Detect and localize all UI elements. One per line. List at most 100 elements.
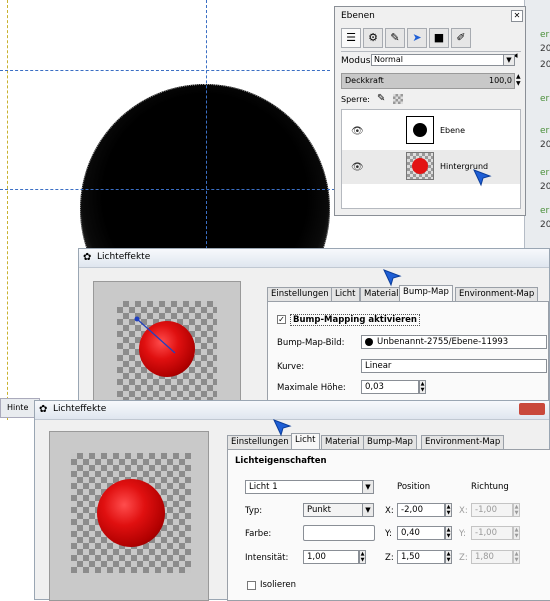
dir-x-input: -1,00	[471, 503, 513, 517]
lock-alpha-icon[interactable]	[393, 94, 403, 104]
dir-z-spinner: ▲ ▼	[513, 550, 520, 564]
pos-z-label: Z:	[385, 553, 394, 563]
bump-map-image-value: Unbenannt-2755/Ebene-11993	[377, 337, 509, 347]
layer-thumbnail	[406, 152, 434, 180]
chevron-down-icon[interactable]: ▼	[503, 54, 515, 66]
section-label: Lichteigenschaften	[235, 456, 327, 466]
pos-y-spinner[interactable]: ▲ ▼	[445, 526, 452, 540]
layer-thumbnail	[406, 116, 434, 144]
dir-y-label: Y:	[459, 529, 466, 539]
tab-bump-map[interactable]: Bump-Map	[399, 285, 453, 301]
type-label: Typ:	[245, 506, 263, 516]
tab-material[interactable]: Material	[321, 435, 364, 449]
panel-title: Ebenen	[341, 11, 375, 21]
thumbnail-content	[412, 158, 428, 174]
tab-einstellungen[interactable]: Einstellungen	[267, 287, 333, 301]
bump-enable-checkbox[interactable]: ✓	[277, 315, 286, 324]
max-height-spinner[interactable]: ▲ ▼	[419, 380, 426, 394]
strip-text: er	[540, 94, 550, 104]
tab-bump-map[interactable]: Bump-Map	[363, 435, 417, 449]
strip-text: 20	[540, 220, 550, 230]
dir-z-label: Z:	[459, 553, 468, 563]
dock-tab-bar: ☰ ⚙ ✎ ➤ ■ ✐ ◂	[341, 25, 521, 61]
dir-z-input: 1,80	[471, 550, 513, 564]
modus-label: Modus:	[341, 56, 374, 66]
strip-text: 20	[540, 140, 550, 150]
dialog-title: Lichteffekte	[97, 252, 151, 262]
strip-text: 20	[540, 44, 550, 54]
isolate-checkbox[interactable]	[247, 581, 256, 590]
channels-icon[interactable]: ⚙	[363, 28, 383, 48]
strip-text: 20	[540, 182, 550, 192]
max-height-input[interactable]: 0,03	[361, 380, 419, 394]
opacity-spinner[interactable]: ▲ ▼	[516, 73, 522, 89]
close-icon[interactable]: ✕	[511, 10, 523, 22]
close-button[interactable]	[519, 403, 545, 415]
color-label: Farbe:	[245, 529, 272, 539]
intensity-label: Intensität:	[245, 553, 289, 563]
position-header: Position	[397, 482, 431, 492]
strip-text: er	[540, 206, 550, 216]
image-dot-icon	[365, 337, 373, 346]
eye-icon[interactable]: 👁	[351, 126, 364, 137]
layer-list: 👁 Ebene 👁 Hintergrund	[341, 109, 521, 209]
light-direction-handle[interactable]	[117, 301, 217, 401]
pos-z-input[interactable]: 1,50	[397, 550, 445, 564]
cursor-pointer-icon	[383, 269, 402, 287]
isolate-label: Isolieren	[260, 580, 297, 590]
dialog-title: Lichteffekte	[53, 404, 107, 414]
preview-sphere	[97, 479, 165, 547]
pointer-icon[interactable]: ➤	[407, 28, 427, 48]
layer-name: Ebene	[440, 126, 466, 135]
opacity-label: Deckkraft	[345, 76, 384, 85]
max-height-label: Maximale Höhe:	[277, 383, 346, 393]
dir-y-input: -1,00	[471, 526, 513, 540]
type-select[interactable]: Punkt	[303, 503, 363, 517]
guide-line-horizontal-top	[0, 70, 330, 71]
pos-y-label: Y:	[385, 529, 392, 539]
bump-map-label: Bump-Map-Bild:	[277, 338, 345, 348]
chevron-down-icon[interactable]: ▼	[362, 480, 374, 494]
brush-icon[interactable]: ✐	[451, 28, 471, 48]
dir-x-spinner: ▲ ▼	[513, 503, 520, 517]
pos-z-spinner[interactable]: ▲ ▼	[445, 550, 452, 564]
mode-select[interactable]: Normal	[371, 54, 507, 66]
layers-panel: Ebenen ✕ ☰ ⚙ ✎ ➤ ■ ✐ ◂ Modus: Normal ▼ D…	[334, 6, 526, 216]
lock-label: Sperre:	[341, 95, 370, 104]
pos-y-input[interactable]: 0,40	[397, 526, 445, 540]
cursor-pointer-icon	[273, 419, 292, 437]
cursor-pointer-icon	[473, 169, 492, 187]
intensity-input[interactable]: 1,00	[303, 550, 359, 564]
tab-licht[interactable]: Licht	[331, 287, 360, 301]
light-tab-panel	[227, 449, 550, 601]
chevron-down-icon[interactable]: ▼	[362, 503, 374, 517]
layer-row-ebene[interactable]: 👁 Ebene	[342, 114, 520, 148]
tab-licht[interactable]: Licht	[291, 433, 320, 449]
tab-environment-map[interactable]: Environment-Map	[421, 435, 505, 449]
strip-text: 20	[540, 60, 550, 70]
gimp-icon: ✿	[83, 252, 92, 263]
bump-map-image-select[interactable]: Unbenannt-2755/Ebene-11993	[361, 335, 547, 349]
layers-icon[interactable]: ☰	[341, 28, 361, 48]
thumbnail-content	[413, 123, 427, 137]
pos-x-label: X:	[385, 506, 394, 516]
strip-text: er	[540, 30, 550, 40]
guide-line-vertical-left	[7, 0, 8, 420]
eye-icon[interactable]: 👁	[351, 162, 364, 173]
curve-label: Kurve:	[277, 362, 305, 372]
gimp-icon: ✿	[39, 404, 48, 415]
light-select[interactable]: Licht 1	[245, 480, 363, 494]
bump-enable-label: Bump-Mapping aktivieren	[290, 314, 420, 326]
pos-x-spinner[interactable]: ▲ ▼	[445, 503, 452, 517]
direction-header: Richtung	[471, 482, 509, 492]
pos-x-input[interactable]: -2,00	[397, 503, 445, 517]
tab-environment-map[interactable]: Environment-Map	[455, 287, 539, 301]
lock-pixels-icon[interactable]: ✎	[377, 93, 385, 104]
color-button[interactable]	[303, 525, 375, 541]
curve-select[interactable]: Linear	[361, 359, 547, 373]
lighting-effects-dialog-back: ✿ Lichteffekte Einstellungen Licht Mater…	[78, 248, 550, 409]
dir-y-spinner: ▲ ▼	[513, 526, 520, 540]
intensity-spinner[interactable]: ▲ ▼	[359, 550, 366, 564]
colors-icon[interactable]: ■	[429, 28, 449, 48]
paths-icon[interactable]: ✎	[385, 28, 405, 48]
